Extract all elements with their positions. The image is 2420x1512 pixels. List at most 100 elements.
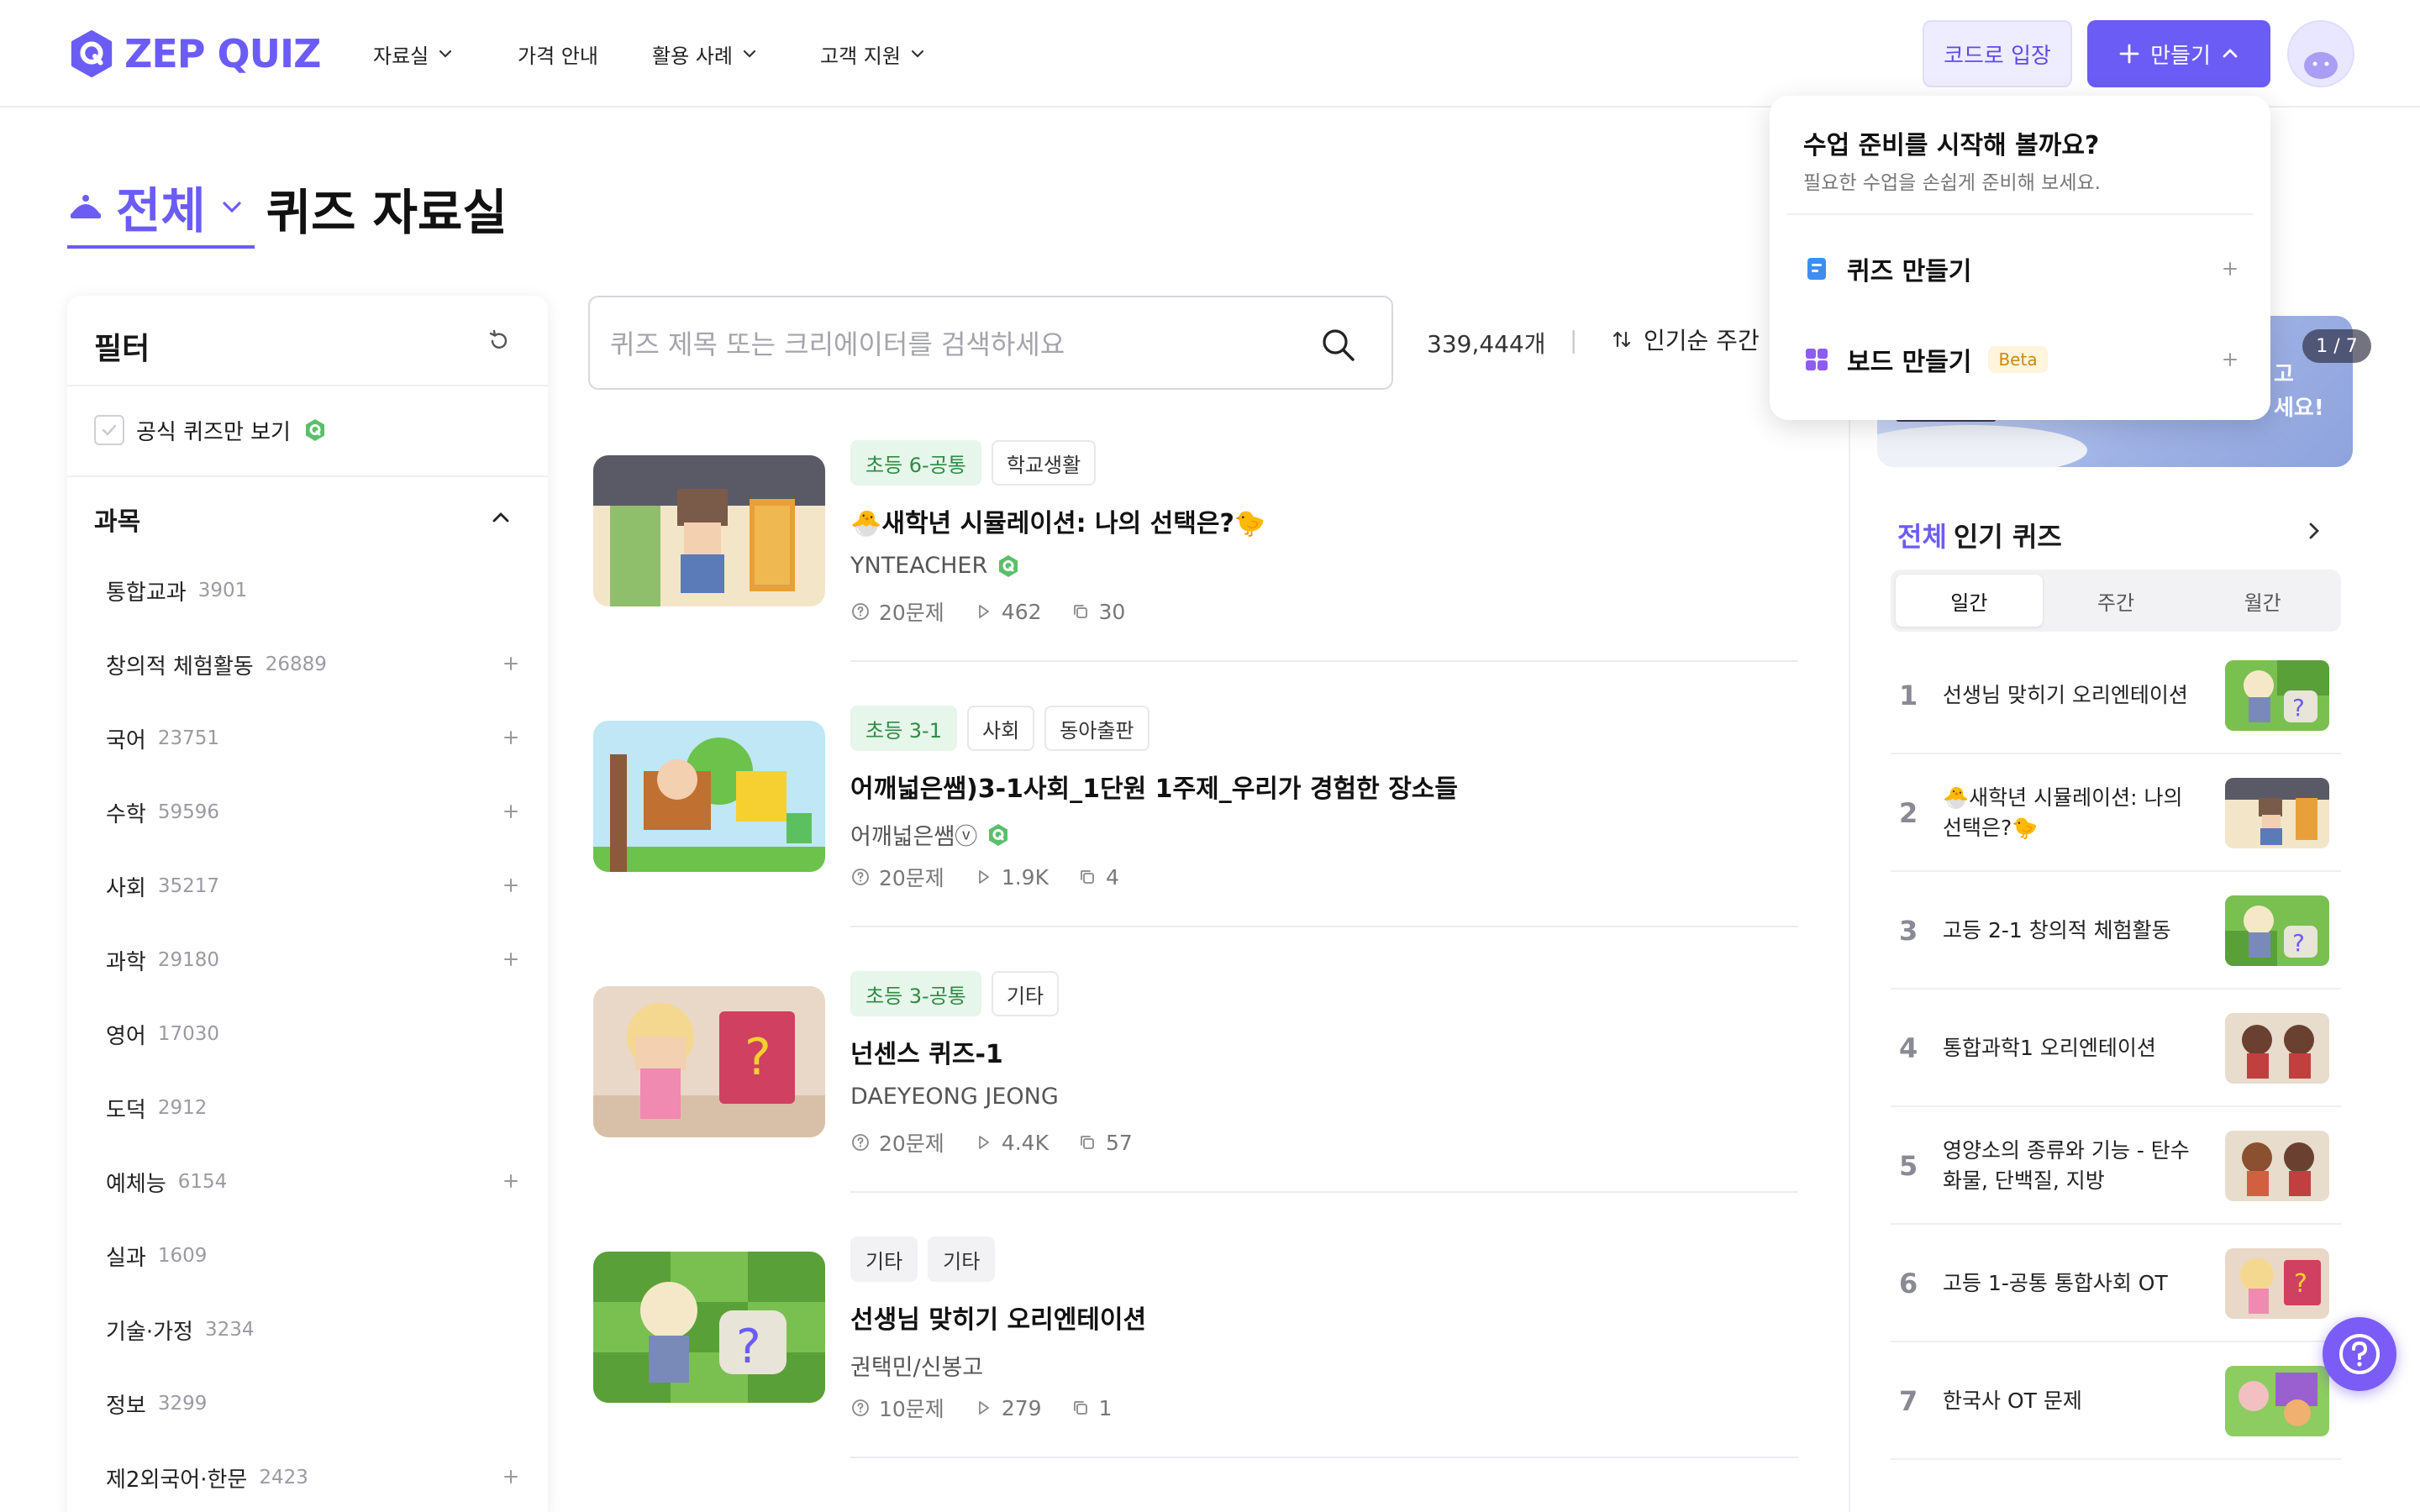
popular-quiz-item[interactable]: 3 고등 2-1 창의적 체험활동? — [1891, 872, 2341, 990]
expand-plus-icon[interactable] — [501, 1171, 521, 1191]
chevron-down-icon — [911, 50, 924, 58]
expand-plus-icon[interactable] — [501, 949, 521, 969]
stat-copies-value: 30 — [1098, 599, 1126, 624]
quiz-thumbnail[interactable] — [593, 455, 825, 606]
quiz-thumbnail[interactable]: ? — [593, 1252, 825, 1403]
filter-panel: 필터 공식 퀴즈만 보기 과목 통합교과 3901 창의적 체험활동 26889 국어 2… — [67, 296, 548, 1512]
popular-quiz-header[interactable]: 전체 인기 퀴즈 — [1897, 516, 2062, 554]
nav-library[interactable]: 자료실 — [373, 34, 454, 74]
quiz-stats: 20문제 1.9K 4 — [850, 862, 1119, 892]
nav-pricing[interactable]: 가격 안내 — [518, 34, 598, 74]
stat-questions: 20문제 — [850, 1127, 944, 1158]
subject-name: 사회 — [106, 875, 146, 901]
filter-header: 필터 — [67, 296, 548, 386]
subject-section-header[interactable]: 과목 — [67, 475, 548, 551]
grade-tag[interactable]: 초등 3-공통 — [850, 971, 981, 1016]
quiz-card[interactable]: ? 초등 3-공통 기타넌센스 퀴즈-1 DAEYEONG JEONG 20문제 4.4K… — [593, 971, 1803, 1236]
expand-plus-icon[interactable] — [501, 654, 521, 674]
quiz-title[interactable]: 어깨넓은쌤)3-1사회_1단원 1주제_우리가 경험한 장소들 — [850, 768, 1458, 805]
subject-tag[interactable]: 기타 — [991, 971, 1060, 1016]
chevron-up-icon — [2223, 49, 2238, 58]
reset-icon[interactable] — [486, 328, 513, 354]
subject-item[interactable]: 제2외국어·한문 2423 — [106, 1457, 521, 1499]
expand-plus-icon[interactable] — [501, 801, 521, 822]
expand-plus-icon[interactable] — [501, 727, 521, 748]
quiz-title[interactable]: 🐣새학년 시뮬레이션: 나의 선택은?🐤 — [850, 502, 1265, 539]
make-button[interactable]: 만들기 — [2087, 20, 2270, 87]
rank-thumbnail-image: ? — [2225, 1248, 2329, 1319]
period-tab[interactable]: 월간 — [2189, 575, 2336, 627]
popular-quiz-item[interactable]: 4 통합과학1 오리엔테이션 — [1891, 990, 2341, 1107]
quiz-card[interactable]: ? 기타 기타 선생님 맞히기 오리엔테이션 권택민/신봉고 10문제 279 1 — [593, 1236, 1803, 1502]
rank-thumbnail — [2225, 1013, 2329, 1084]
expand-plus-icon[interactable] — [501, 1467, 521, 1487]
page-title: 퀴즈 자료실 — [266, 184, 508, 241]
stat-plays-value: 1.9K — [1001, 864, 1049, 890]
help-button[interactable] — [2323, 1317, 2396, 1391]
subject-item[interactable]: 국어 23751 — [106, 717, 521, 759]
quiz-card[interactable]: 초등 6-공통 학교생활 🐣새학년 시뮬레이션: 나의 선택은?🐤 YNTEACHER… — [593, 440, 1803, 706]
subject-item[interactable]: 수학 59596 — [106, 791, 521, 833]
rank-title: 고등 2-1 창의적 체험활동 — [1943, 918, 2171, 942]
subject-tag[interactable]: 동아출판 — [1044, 706, 1150, 751]
popular-quiz-item[interactable]: 2 🐣새학년 시뮬레이션: 나의 선택은?🐤 — [1891, 754, 2341, 872]
question-count-icon — [852, 603, 869, 620]
subject-item[interactable]: 통합교과 3901 — [106, 570, 521, 612]
quiz-thumbnail[interactable]: ? — [593, 986, 825, 1137]
official-only-checkbox[interactable] — [94, 415, 124, 445]
rank-title: 🐣새학년 시뮬레이션: 나의 선택은?🐤 — [1943, 785, 2183, 840]
nav-support[interactable]: 고객 지원 — [820, 34, 926, 74]
quiz-stats: 20문제 4.4K 57 — [850, 1127, 1133, 1158]
user-avatar[interactable] — [2287, 20, 2354, 87]
rank-thumbnail: ? — [2225, 660, 2329, 731]
enter-by-code-button[interactable]: 코드로 입장 — [1923, 20, 2072, 87]
category-select[interactable]: 전체 — [67, 168, 255, 249]
popular-quiz-item[interactable]: 1 선생님 맞히기 오리엔테이션? — [1891, 637, 2341, 754]
period-tab[interactable]: 일간 — [1896, 575, 2043, 627]
quiz-creator[interactable]: 권택민/신봉고 — [850, 1349, 983, 1382]
make-quiz-item[interactable]: 퀴즈 만들기 — [1803, 244, 2240, 294]
sort-select[interactable]: 인기순 주간 — [1610, 323, 1760, 356]
grade-tag[interactable]: 초등 6-공통 — [850, 440, 981, 486]
popular-quiz-item[interactable]: 7 한국사 OT 문제 — [1891, 1342, 2341, 1460]
subject-item[interactable]: 창의적 체험활동 26889 — [106, 643, 521, 685]
quiz-title[interactable]: 넌센스 퀴즈-1 — [850, 1033, 1003, 1070]
rank-number: 5 — [1899, 1150, 1918, 1182]
quiz-creator[interactable]: DAEYEONG JEONG — [850, 1084, 1059, 1110]
subject-item[interactable]: 사회 35217 — [106, 865, 521, 907]
popular-quiz-item[interactable]: 6 고등 1-공통 통합사회 OT? — [1891, 1225, 2341, 1342]
subject-item[interactable]: 정보 3299 — [106, 1383, 521, 1425]
nav-use-cases[interactable]: 활용 사례 — [652, 34, 758, 74]
quiz-card[interactable]: 초등 3-1 사회 동아출판어깨넓은쌤)3-1사회_1단원 1주제_우리가 경험한 … — [593, 706, 1803, 971]
make-board-item[interactable]: 보드 만들기 Beta — [1803, 334, 2240, 385]
period-tab[interactable]: 주간 — [2043, 575, 2190, 627]
search-input[interactable] — [610, 323, 1299, 366]
subject-name: 영어 — [106, 1023, 146, 1049]
official-only-toggle[interactable]: 공식 퀴즈만 보기 — [94, 413, 328, 447]
subject-item[interactable]: 과학 29180 — [106, 939, 521, 981]
chevron-right-icon[interactable] — [2302, 519, 2326, 543]
quiz-creator[interactable]: 어깨넓은쌤ⓥ — [850, 818, 1011, 851]
zep-quiz-logo[interactable]: ZEP QUIZ — [67, 27, 321, 81]
stat-plays: 462 — [973, 596, 1042, 627]
quiz-creator[interactable]: YNTEACHER — [850, 553, 1021, 579]
subject-item[interactable]: 기술·가정 3234 — [106, 1309, 521, 1351]
quiz-title[interactable]: 선생님 맞히기 오리엔테이션 — [850, 1299, 1146, 1336]
subject-tag[interactable]: 기타 — [928, 1236, 996, 1282]
subject-item[interactable]: 예체능 6154 — [106, 1161, 521, 1203]
subject-tag[interactable]: 학교생활 — [991, 440, 1097, 486]
subject-tag[interactable]: 사회 — [967, 706, 1035, 751]
search-icon[interactable] — [1319, 326, 1358, 365]
help-question-icon — [2339, 1334, 2380, 1374]
rank-title: 한국사 OT 문제 — [1943, 1389, 2082, 1413]
subject-tag[interactable]: 기타 — [850, 1236, 918, 1282]
svg-text:?: ? — [736, 1320, 761, 1374]
subject-item[interactable]: 영어 17030 — [106, 1013, 521, 1055]
chevron-down-icon — [439, 50, 452, 58]
subject-item[interactable]: 도덕 2912 — [106, 1087, 521, 1129]
grade-tag[interactable]: 초등 3-1 — [850, 706, 957, 751]
expand-plus-icon[interactable] — [501, 875, 521, 895]
quiz-thumbnail[interactable] — [593, 721, 825, 872]
popular-quiz-item[interactable]: 5 영양소의 종류와 기능 - 탄수화물, 단백질, 지방 — [1891, 1107, 2341, 1225]
subject-item[interactable]: 실과 1609 — [106, 1235, 521, 1277]
